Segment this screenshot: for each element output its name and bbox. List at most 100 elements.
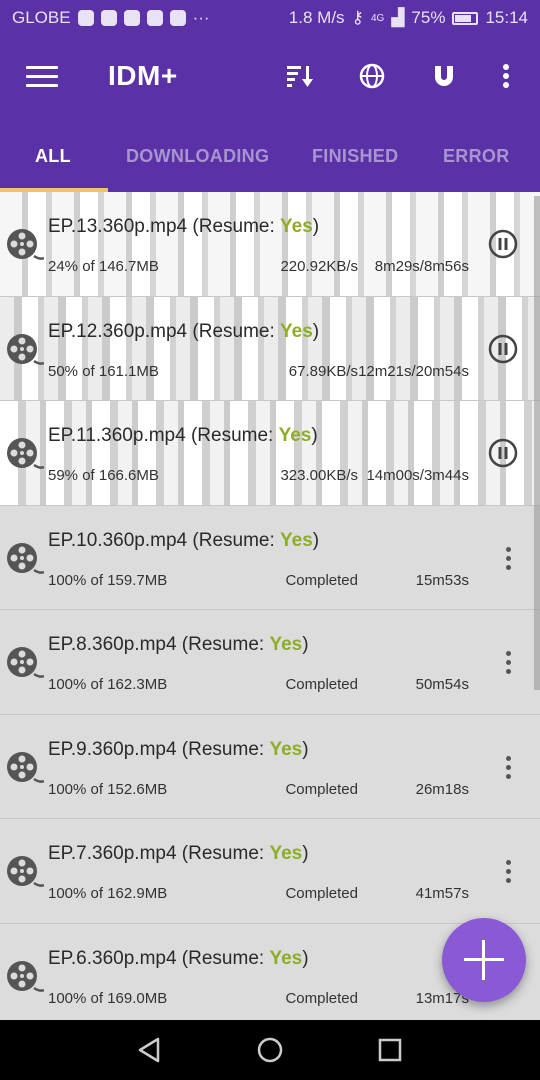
download-item[interactable]: EP.10.360p.mp4 (Resume: Yes) 100% of 159… (0, 505, 540, 610)
film-reel-icon (7, 647, 44, 678)
file-name: EP.6.360p.mp4 (Resume: Yes) (48, 947, 309, 969)
status-bar-right: 1.8 M/s ⚷ 4G ▟ 75% 15:14 (289, 8, 528, 28)
file-progress: 100% of 162.9MB (48, 885, 168, 902)
download-status: Completed (285, 989, 358, 1007)
app-title: IDM+ (108, 60, 178, 91)
progress-pattern (0, 296, 540, 400)
file-name: EP.9.360p.mp4 (Resume: Yes) (48, 738, 309, 760)
download-time: 50m54s (415, 676, 469, 693)
signal-label: 4G (371, 12, 385, 24)
progress-pattern (0, 192, 540, 296)
download-item[interactable]: EP.11.360p.mp4 (Resume: Yes) 59% of 166.… (0, 401, 540, 506)
tab-bar: ALL DOWNLOADING FINISHED ERROR (0, 118, 540, 192)
tab-downloading[interactable]: DOWNLOADING (126, 146, 269, 167)
file-progress: 59% of 166.6MB (48, 467, 159, 484)
resume-yes: Yes (269, 947, 303, 969)
item-more-icon[interactable] (504, 755, 512, 782)
resume-yes: Yes (269, 843, 303, 864)
item-more-icon[interactable] (504, 860, 512, 886)
film-reel-icon (7, 542, 44, 574)
file-progress: 100% of 152.6MB (48, 780, 168, 798)
app-bar: IDM+ (0, 36, 540, 118)
resume-yes: Yes (278, 425, 312, 446)
battery-percent: 75% (411, 8, 446, 27)
menu-icon[interactable] (26, 66, 58, 88)
browser-icon[interactable] (354, 58, 390, 94)
download-time: 12m21s/20m54s (358, 362, 469, 380)
status-bar: GLOBE ··· 1.8 M/s ⚷ 4G ▟ 75% 15:14 (0, 0, 540, 36)
file-name: EP.10.360p.mp4 (Resume: Yes) (48, 529, 320, 551)
file-progress: 100% of 169.0MB (48, 989, 168, 1007)
tab-finished[interactable]: FINISHED (312, 146, 398, 167)
download-time: 14m00s/3m44s (366, 467, 469, 484)
file-progress: 100% of 162.3MB (48, 676, 168, 693)
resume-yes: Yes (280, 216, 313, 237)
download-speed: 220.92KB/s (280, 258, 358, 275)
resume-yes: Yes (280, 529, 313, 551)
resume-yes: Yes (269, 738, 303, 760)
download-item[interactable]: EP.7.360p.mp4 (Resume: Yes) 100% of 162.… (0, 819, 540, 924)
tab-all[interactable]: ALL (35, 146, 71, 167)
navigation-bar (0, 1020, 540, 1080)
download-time: 8m29s/8m56s (374, 258, 469, 275)
pause-button[interactable] (488, 229, 518, 259)
download-item[interactable]: EP.9.360p.mp4 (Resume: Yes) 100% of 152.… (0, 714, 540, 819)
back-icon[interactable] (136, 1036, 164, 1064)
download-speed: 67.89KB/s (288, 362, 358, 380)
download-speed: 323.00KB/s (280, 467, 358, 484)
youtube-icon (169, 10, 186, 26)
download-status: Completed (285, 780, 358, 798)
file-name: EP.13.360p.mp4 (Resume: Yes) (48, 216, 320, 237)
shield-icon (146, 10, 163, 26)
battery-icon (452, 11, 479, 25)
download-item[interactable]: EP.8.360p.mp4 (Resume: Yes) 100% of 162.… (0, 610, 540, 715)
key-icon: ⚷ (351, 8, 364, 27)
carrier-label: GLOBE (12, 8, 71, 27)
film-reel-icon (7, 438, 44, 469)
file-name: EP.12.360p.mp4 (Resume: Yes) (48, 320, 320, 342)
download-time: 15m53s (415, 571, 469, 589)
film-reel-icon (7, 960, 44, 992)
file-name: EP.8.360p.mp4 (Resume: Yes) (48, 634, 309, 655)
file-progress: 100% of 159.7MB (48, 571, 168, 589)
pause-button[interactable] (488, 438, 518, 468)
item-more-icon[interactable] (504, 651, 512, 677)
film-reel-icon (7, 229, 44, 260)
resume-yes: Yes (280, 320, 313, 342)
file-progress: 50% of 161.1MB (48, 362, 159, 380)
download-item[interactable]: EP.12.360p.mp4 (Resume: Yes) 50% of 161.… (0, 296, 540, 401)
file-progress: 24% of 146.7MB (48, 258, 159, 275)
more-notifications-icon: ··· (192, 8, 210, 27)
sort-icon[interactable] (282, 58, 318, 94)
download-time: 26m18s (415, 780, 469, 798)
pause-button[interactable] (488, 334, 518, 364)
clock: 15:14 (485, 8, 528, 27)
status-bar-left: GLOBE ··· (12, 8, 210, 28)
resume-yes: Yes (269, 634, 303, 655)
download-status: Completed (285, 571, 358, 589)
file-name: EP.11.360p.mp4 (Resume: Yes) (48, 425, 318, 446)
magnet-icon[interactable] (426, 58, 462, 94)
add-download-button[interactable] (442, 918, 526, 1002)
network-speed: 1.8 M/s (288, 8, 345, 27)
tab-error[interactable]: ERROR (443, 146, 510, 167)
recents-icon[interactable] (376, 1036, 404, 1064)
item-more-icon[interactable] (504, 546, 512, 573)
download-status: Completed (285, 885, 358, 902)
shield-icon (100, 10, 117, 26)
download-list[interactable]: EP.13.360p.mp4 (Resume: Yes) 24% of 146.… (0, 192, 540, 1020)
scrollbar[interactable] (534, 196, 540, 690)
film-reel-icon (7, 751, 44, 783)
file-name: EP.7.360p.mp4 (Resume: Yes) (48, 843, 309, 864)
download-status: Completed (285, 676, 358, 693)
progress-pattern (0, 401, 540, 505)
film-reel-icon (7, 333, 44, 365)
signal-icon: ▟ (391, 8, 405, 27)
download-time: 41m57s (415, 885, 469, 902)
cloud-icon (123, 10, 140, 26)
notification-icon (77, 10, 94, 26)
film-reel-icon (7, 856, 44, 887)
home-icon[interactable] (256, 1036, 284, 1064)
download-item[interactable]: EP.13.360p.mp4 (Resume: Yes) 24% of 146.… (0, 192, 540, 297)
more-vertical-icon[interactable] (488, 58, 524, 94)
